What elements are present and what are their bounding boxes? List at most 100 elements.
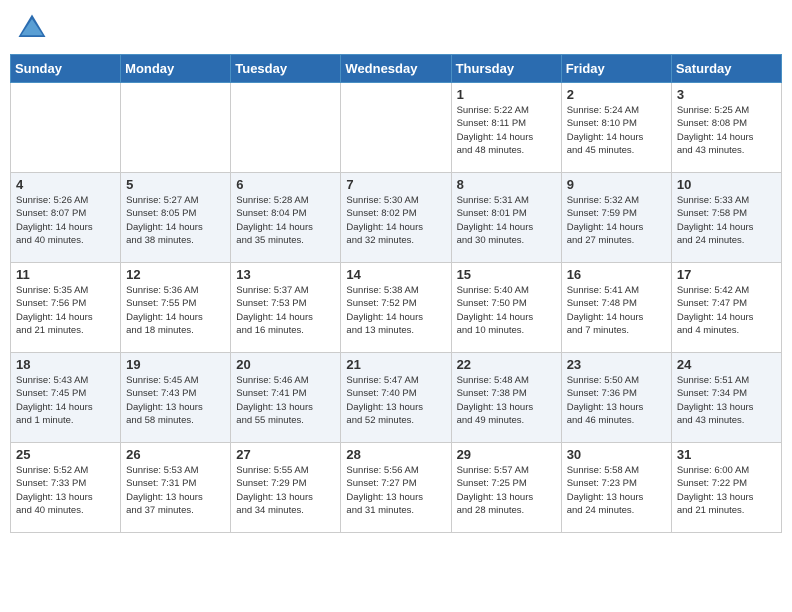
calendar-cell: 11 Sunrise: 5:35 AM Sunset: 7:56 PM Dayli…: [11, 263, 121, 353]
calendar-cell: 2 Sunrise: 5:24 AM Sunset: 8:10 PM Daylig…: [561, 83, 671, 173]
calendar-cell: 12 Sunrise: 5:36 AM Sunset: 7:55 PM Dayli…: [121, 263, 231, 353]
day-info: Sunrise: 5:57 AM Sunset: 7:25 PM Dayligh…: [457, 464, 556, 517]
calendar-cell: [341, 83, 451, 173]
day-number: 4: [16, 177, 115, 192]
day-number: 26: [126, 447, 225, 462]
calendar-header: SundayMondayTuesdayWednesdayThursdayFrid…: [11, 55, 782, 83]
day-info: Sunrise: 5:26 AM Sunset: 8:07 PM Dayligh…: [16, 194, 115, 247]
logo: [14, 10, 54, 46]
day-number: 1: [457, 87, 556, 102]
calendar-cell: 9Sunrise: 5:32 AM Sunset: 7:59 PM Daylig…: [561, 173, 671, 263]
calendar-cell: 5 Sunrise: 5:27 AM Sunset: 8:05 PM Daylig…: [121, 173, 231, 263]
day-number: 25: [16, 447, 115, 462]
day-info: Sunrise: 5:47 AM Sunset: 7:40 PM Dayligh…: [346, 374, 445, 427]
day-info: Sunrise: 5:45 AM Sunset: 7:43 PM Dayligh…: [126, 374, 225, 427]
day-info: Sunrise: 5:30 AM Sunset: 8:02 PM Dayligh…: [346, 194, 445, 247]
day-number: 16: [567, 267, 666, 282]
day-info: Sunrise: 5:37 AM Sunset: 7:53 PM Dayligh…: [236, 284, 335, 337]
calendar-cell: 27 Sunrise: 5:55 AM Sunset: 7:29 PM Dayli…: [231, 443, 341, 533]
day-number: 6: [236, 177, 335, 192]
day-number: 9: [567, 177, 666, 192]
day-info: Sunrise: 5:42 AM Sunset: 7:47 PM Dayligh…: [677, 284, 776, 337]
day-info: Sunrise: 5:50 AM Sunset: 7:36 PM Dayligh…: [567, 374, 666, 427]
day-info: Sunrise: 5:38 AM Sunset: 7:52 PM Dayligh…: [346, 284, 445, 337]
calendar-cell: 16 Sunrise: 5:41 AM Sunset: 7:48 PM Dayli…: [561, 263, 671, 353]
day-info: Sunrise: 5:33 AM Sunset: 7:58 PM Dayligh…: [677, 194, 776, 247]
day-number: 8: [457, 177, 556, 192]
day-number: 27: [236, 447, 335, 462]
weekday-header: Wednesday: [341, 55, 451, 83]
day-info: Sunrise: 5:43 AM Sunset: 7:45 PM Dayligh…: [16, 374, 115, 427]
day-number: 24: [677, 357, 776, 372]
day-info: Sunrise: 6:00 AM Sunset: 7:22 PM Dayligh…: [677, 464, 776, 517]
weekday-header: Tuesday: [231, 55, 341, 83]
day-info: Sunrise: 5:58 AM Sunset: 7:23 PM Dayligh…: [567, 464, 666, 517]
day-info: Sunrise: 5:22 AM Sunset: 8:11 PM Dayligh…: [457, 104, 556, 157]
calendar-cell: 25 Sunrise: 5:52 AM Sunset: 7:33 PM Dayli…: [11, 443, 121, 533]
day-number: 29: [457, 447, 556, 462]
day-info: Sunrise: 5:55 AM Sunset: 7:29 PM Dayligh…: [236, 464, 335, 517]
day-number: 3: [677, 87, 776, 102]
weekday-header: Monday: [121, 55, 231, 83]
day-number: 11: [16, 267, 115, 282]
day-info: Sunrise: 5:53 AM Sunset: 7:31 PM Dayligh…: [126, 464, 225, 517]
calendar-cell: 21Sunrise: 5:47 AM Sunset: 7:40 PM Dayli…: [341, 353, 451, 443]
calendar-table: SundayMondayTuesdayWednesdayThursdayFrid…: [10, 54, 782, 533]
day-number: 22: [457, 357, 556, 372]
day-info: Sunrise: 5:36 AM Sunset: 7:55 PM Dayligh…: [126, 284, 225, 337]
calendar-cell: 14 Sunrise: 5:38 AM Sunset: 7:52 PM Dayli…: [341, 263, 451, 353]
day-number: 5: [126, 177, 225, 192]
calendar-cell: 26 Sunrise: 5:53 AM Sunset: 7:31 PM Dayli…: [121, 443, 231, 533]
calendar-cell: 3Sunrise: 5:25 AM Sunset: 8:08 PM Daylig…: [671, 83, 781, 173]
calendar-cell: 22Sunrise: 5:48 AM Sunset: 7:38 PM Dayli…: [451, 353, 561, 443]
day-info: Sunrise: 5:41 AM Sunset: 7:48 PM Dayligh…: [567, 284, 666, 337]
calendar-cell: 1 Sunrise: 5:22 AM Sunset: 8:11 PM Daylig…: [451, 83, 561, 173]
logo-icon: [14, 10, 50, 46]
calendar-week: 25 Sunrise: 5:52 AM Sunset: 7:33 PM Dayli…: [11, 443, 782, 533]
weekday-header: Sunday: [11, 55, 121, 83]
day-number: 12: [126, 267, 225, 282]
day-info: Sunrise: 5:31 AM Sunset: 8:01 PM Dayligh…: [457, 194, 556, 247]
calendar-cell: 24Sunrise: 5:51 AM Sunset: 7:34 PM Dayli…: [671, 353, 781, 443]
day-number: 10: [677, 177, 776, 192]
day-info: Sunrise: 5:56 AM Sunset: 7:27 PM Dayligh…: [346, 464, 445, 517]
day-info: Sunrise: 5:35 AM Sunset: 7:56 PM Dayligh…: [16, 284, 115, 337]
weekday-header: Thursday: [451, 55, 561, 83]
day-info: Sunrise: 5:27 AM Sunset: 8:05 PM Dayligh…: [126, 194, 225, 247]
weekday-header: Saturday: [671, 55, 781, 83]
day-info: Sunrise: 5:24 AM Sunset: 8:10 PM Dayligh…: [567, 104, 666, 157]
calendar-cell: 4 Sunrise: 5:26 AM Sunset: 8:07 PM Daylig…: [11, 173, 121, 263]
day-number: 20: [236, 357, 335, 372]
day-number: 17: [677, 267, 776, 282]
calendar-cell: 15Sunrise: 5:40 AM Sunset: 7:50 PM Dayli…: [451, 263, 561, 353]
calendar-cell: [231, 83, 341, 173]
calendar-week: 4 Sunrise: 5:26 AM Sunset: 8:07 PM Daylig…: [11, 173, 782, 263]
day-number: 19: [126, 357, 225, 372]
day-number: 7: [346, 177, 445, 192]
day-info: Sunrise: 5:28 AM Sunset: 8:04 PM Dayligh…: [236, 194, 335, 247]
calendar-cell: [121, 83, 231, 173]
calendar-cell: 29 Sunrise: 5:57 AM Sunset: 7:25 PM Dayli…: [451, 443, 561, 533]
day-number: 15: [457, 267, 556, 282]
calendar-cell: 10 Sunrise: 5:33 AM Sunset: 7:58 PM Dayli…: [671, 173, 781, 263]
header-row: SundayMondayTuesdayWednesdayThursdayFrid…: [11, 55, 782, 83]
day-number: 28: [346, 447, 445, 462]
calendar-week: 18 Sunrise: 5:43 AM Sunset: 7:45 PM Dayli…: [11, 353, 782, 443]
calendar-week: 11 Sunrise: 5:35 AM Sunset: 7:56 PM Dayli…: [11, 263, 782, 353]
calendar-cell: 23 Sunrise: 5:50 AM Sunset: 7:36 PM Dayli…: [561, 353, 671, 443]
day-number: 14: [346, 267, 445, 282]
calendar-cell: 18 Sunrise: 5:43 AM Sunset: 7:45 PM Dayli…: [11, 353, 121, 443]
day-info: Sunrise: 5:52 AM Sunset: 7:33 PM Dayligh…: [16, 464, 115, 517]
page-header: [10, 10, 782, 46]
day-number: 2: [567, 87, 666, 102]
calendar-week: 1 Sunrise: 5:22 AM Sunset: 8:11 PM Daylig…: [11, 83, 782, 173]
day-number: 23: [567, 357, 666, 372]
calendar-cell: [11, 83, 121, 173]
day-number: 18: [16, 357, 115, 372]
calendar-cell: 8 Sunrise: 5:31 AM Sunset: 8:01 PM Daylig…: [451, 173, 561, 263]
weekday-header: Friday: [561, 55, 671, 83]
calendar-cell: 31Sunrise: 6:00 AM Sunset: 7:22 PM Dayli…: [671, 443, 781, 533]
calendar-cell: 13Sunrise: 5:37 AM Sunset: 7:53 PM Dayli…: [231, 263, 341, 353]
calendar-cell: 7 Sunrise: 5:30 AM Sunset: 8:02 PM Daylig…: [341, 173, 451, 263]
calendar-cell: 20Sunrise: 5:46 AM Sunset: 7:41 PM Dayli…: [231, 353, 341, 443]
